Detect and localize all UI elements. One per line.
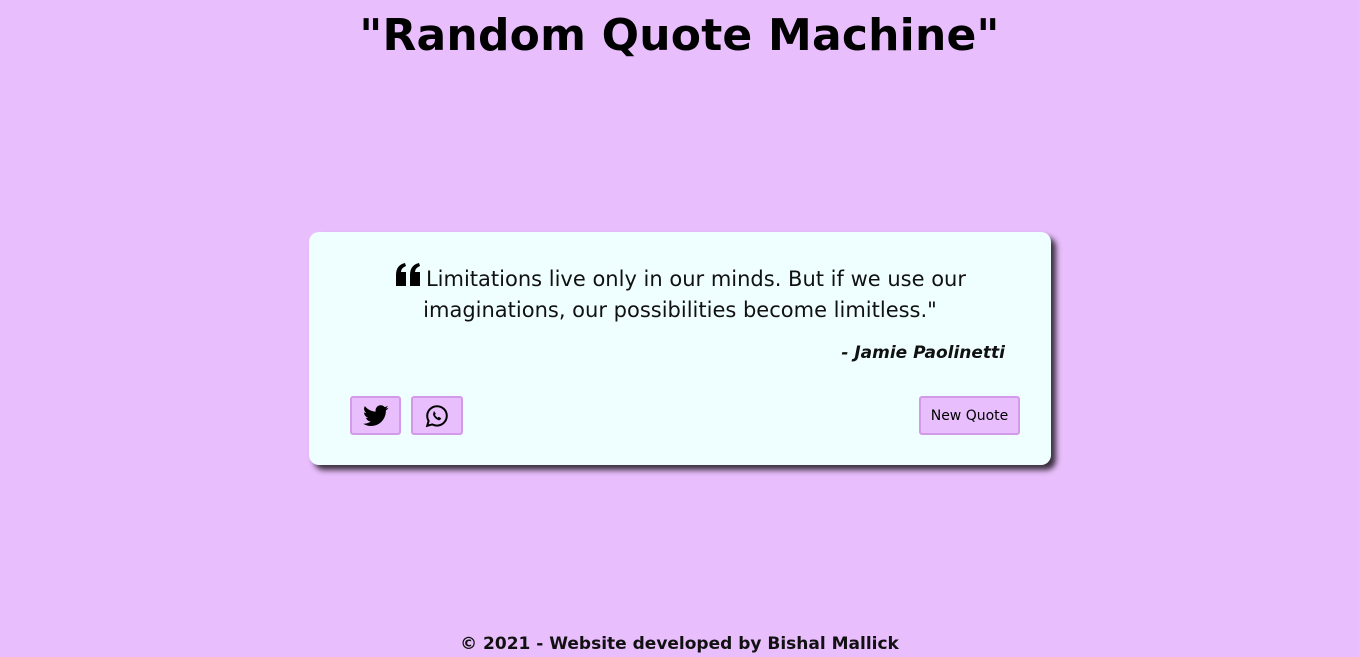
tweet-button[interactable] <box>350 396 401 435</box>
page: "Random Quote Machine" Limitations live … <box>0 0 1359 657</box>
quote-author: - Jamie Paolinetti <box>841 343 1005 363</box>
new-quote-button[interactable]: New Quote <box>919 396 1020 435</box>
whatsapp-share-button[interactable] <box>411 396 463 435</box>
twitter-icon <box>362 404 389 427</box>
quote-block: Limitations live only in our minds. But … <box>389 262 971 326</box>
footer-text: © 2021 - Website developed by Bishal Mal… <box>460 634 899 654</box>
page-title: "Random Quote Machine" <box>359 10 1000 61</box>
quote-card: Limitations live only in our minds. But … <box>309 232 1051 465</box>
quote-left-icon <box>394 262 422 288</box>
quote-text: Limitations live only in our minds. But … <box>423 267 966 322</box>
whatsapp-icon <box>425 404 449 428</box>
